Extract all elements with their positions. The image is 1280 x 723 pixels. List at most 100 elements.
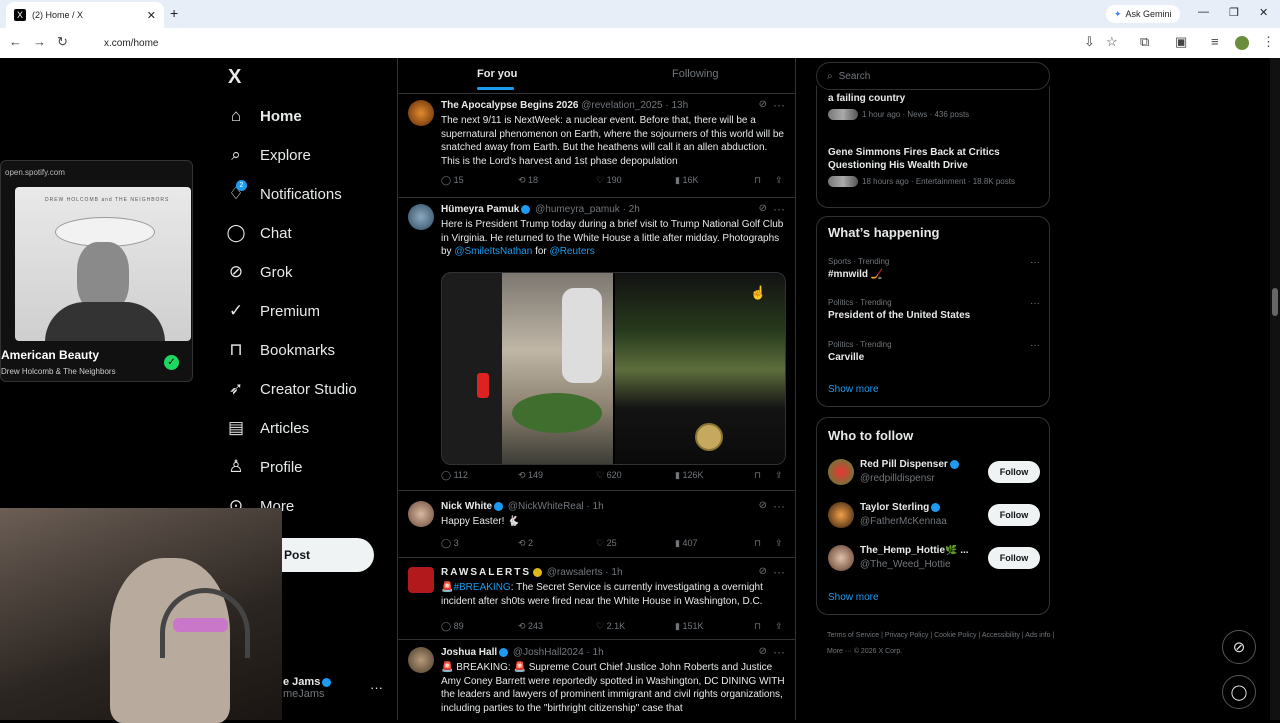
tweet-author[interactable]: Hümeyra Pamuk <box>441 204 519 215</box>
nav-profile[interactable]: ♙ Profile <box>226 457 302 477</box>
trend-more-icon[interactable]: ··· <box>1030 298 1040 309</box>
follow-button[interactable]: Follow <box>988 547 1040 569</box>
restore-icon[interactable]: ❐ <box>1229 6 1239 19</box>
bookmark-icon[interactable]: ⊓ <box>754 470 761 481</box>
ask-gemini-button[interactable]: ✦ Ask Gemini <box>1106 5 1180 23</box>
more-options-icon[interactable]: ··· <box>773 98 785 112</box>
news-item[interactable]: a failing country 1 hour ago · News · 43… <box>828 92 1040 120</box>
photo-motorcade[interactable] <box>615 273 785 464</box>
follow-button[interactable]: Follow <box>988 504 1040 526</box>
forward-icon[interactable]: → <box>33 34 46 49</box>
repost-button[interactable]: ⟲ 149 <box>518 470 543 481</box>
avatar[interactable] <box>828 502 854 528</box>
like-button[interactable]: ♡ 620 <box>596 470 622 481</box>
share-icon[interactable]: ⇪ <box>775 470 783 481</box>
repost-button[interactable]: ⟲ 2 <box>518 538 533 549</box>
tweet[interactable]: Joshua Hall @JoshHall2024 · 1h ⊘ ··· 🚨 B… <box>398 641 795 720</box>
menu-icon[interactable]: ⋮ <box>1262 34 1275 50</box>
views-button[interactable]: ▮ 407 <box>675 538 697 549</box>
reply-button[interactable]: ◯ 112 <box>441 470 468 481</box>
grok-icon[interactable]: ⊘ <box>759 500 767 511</box>
scrollbar-thumb[interactable] <box>1272 288 1278 316</box>
avatar[interactable] <box>408 567 434 593</box>
avatar[interactable] <box>828 459 854 485</box>
nav-chat[interactable]: ◯ Chat <box>226 223 291 243</box>
extensions-icon[interactable]: ⧉ <box>1140 34 1149 50</box>
trend-more-icon[interactable]: ··· <box>1030 257 1040 268</box>
nav-bookmarks[interactable]: ⊓ Bookmarks <box>226 340 335 360</box>
nav-explore[interactable]: ⌕ Explore <box>226 145 311 165</box>
news-item[interactable]: Gene Simmons Fires Back at Critics Quest… <box>828 146 1040 187</box>
grok-icon[interactable]: ⊘ <box>759 203 767 214</box>
grok-icon[interactable]: ⊘ <box>759 99 767 110</box>
more-options-icon[interactable]: ··· <box>773 202 785 216</box>
reload-icon[interactable]: ↻ <box>57 34 68 50</box>
browser-tab[interactable]: X (2) Home / X ✕ <box>6 2 164 28</box>
profile-avatar-icon[interactable] <box>1235 36 1249 50</box>
avatar[interactable] <box>408 647 434 673</box>
trend-item[interactable]: Politics · Trending Carville ··· <box>828 340 1040 363</box>
grok-icon[interactable]: ⊘ <box>759 646 767 657</box>
reply-button[interactable]: ◯ 15 <box>441 175 464 186</box>
tab-for-you[interactable]: For you <box>477 68 517 90</box>
follow-button[interactable]: Follow <box>988 461 1040 483</box>
avatar[interactable] <box>828 545 854 571</box>
avatar[interactable] <box>408 501 434 527</box>
follow-suggestion[interactable]: The_Hemp_Hottie🌿 ... @The_Weed_Hottie Fo… <box>828 543 1040 577</box>
sidebar-icon[interactable]: ▣ <box>1175 34 1187 50</box>
more-options-icon[interactable]: ··· <box>773 499 785 513</box>
more-options-icon[interactable]: ··· <box>773 645 785 659</box>
install-icon[interactable]: ⇩ <box>1084 34 1095 50</box>
footer-links[interactable]: Terms of Service | Privacy Policy | Cook… <box>827 628 1057 660</box>
reply-button[interactable]: ◯ 3 <box>441 538 459 549</box>
avatar[interactable] <box>408 204 434 230</box>
hashtag-link[interactable]: #BREAKING <box>453 582 510 593</box>
views-button[interactable]: ▮ 151K <box>675 621 703 632</box>
star-icon[interactable]: ☆ <box>1106 34 1118 50</box>
close-tab-icon[interactable]: ✕ <box>147 9 156 22</box>
chat-fab-icon[interactable]: ◯ <box>1222 675 1256 709</box>
media-icon[interactable]: ≡ <box>1211 34 1219 49</box>
views-button[interactable]: ▮ 126K <box>675 470 703 481</box>
trend-item[interactable]: Sports · Trending #mnwild 🏒 ··· <box>828 257 1040 280</box>
back-icon[interactable]: ← <box>9 34 22 49</box>
share-icon[interactable]: ⇪ <box>775 621 783 632</box>
tweet-author[interactable]: Nick White <box>441 501 492 512</box>
account-more-icon[interactable]: ··· <box>370 680 383 695</box>
album-art[interactable]: DREW HOLCOMB and THE NEIGHBORS <box>15 187 191 341</box>
tweet[interactable]: The Apocalypse Begins 2026 @revelation_2… <box>398 94 795 198</box>
trend-item[interactable]: Politics · Trending President of the Uni… <box>828 298 1040 321</box>
tweet-author[interactable]: RAWSALERTS <box>441 567 531 578</box>
bookmark-icon[interactable]: ⊓ <box>754 621 761 632</box>
like-button[interactable]: ♡ 2.1K <box>596 621 625 632</box>
nav-notifications[interactable]: ♢ 2 Notifications <box>226 180 342 204</box>
avatar[interactable] <box>408 100 434 126</box>
share-icon[interactable]: ⇪ <box>775 538 783 549</box>
more-options-icon[interactable]: ··· <box>773 565 785 579</box>
show-more-link[interactable]: Show more <box>828 592 879 603</box>
repost-button[interactable]: ⟲ 18 <box>518 175 538 186</box>
window-close-icon[interactable]: ✕ <box>1259 6 1268 19</box>
follow-suggestion[interactable]: Red Pill Dispenser @redpilldispensr Foll… <box>828 457 1040 491</box>
saved-check-icon[interactable]: ✓ <box>164 355 179 370</box>
trend-more-icon[interactable]: ··· <box>1030 340 1040 351</box>
address-bar[interactable]: x.com/home <box>84 32 1084 54</box>
tweet[interactable]: Nick White @NickWhiteReal · 1h ⊘ ··· Hap… <box>398 495 795 558</box>
grok-fab-icon[interactable]: ⊘ <box>1222 630 1256 664</box>
tweet[interactable]: RAWSALERTS @rawsalerts · 1h ⊘ ··· 🚨#BREA… <box>398 561 795 640</box>
nav-premium[interactable]: ✓ Premium <box>226 301 320 321</box>
nav-grok[interactable]: ⊘ Grok <box>226 262 293 282</box>
new-tab-icon[interactable]: + <box>170 5 178 21</box>
follow-suggestion[interactable]: Taylor Sterling @FatherMcKennaa Follow <box>828 500 1040 534</box>
mention-link[interactable]: @SmileItsNathan <box>454 246 532 257</box>
like-button[interactable]: ♡ 25 <box>596 538 617 549</box>
tweet-author[interactable]: Joshua Hall <box>441 647 497 658</box>
share-icon[interactable]: ⇪ <box>775 175 783 186</box>
tweet-media[interactable] <box>441 272 786 465</box>
x-logo-icon[interactable]: X <box>228 66 241 89</box>
minimize-icon[interactable]: — <box>1198 6 1209 18</box>
tweet[interactable]: Hümeyra Pamuk @humeyra_pamuk · 2h ⊘ ··· … <box>398 198 795 491</box>
tab-following[interactable]: Following <box>672 68 718 80</box>
tweet-author[interactable]: The Apocalypse Begins 2026 <box>441 100 578 111</box>
repost-button[interactable]: ⟲ 243 <box>518 621 543 632</box>
